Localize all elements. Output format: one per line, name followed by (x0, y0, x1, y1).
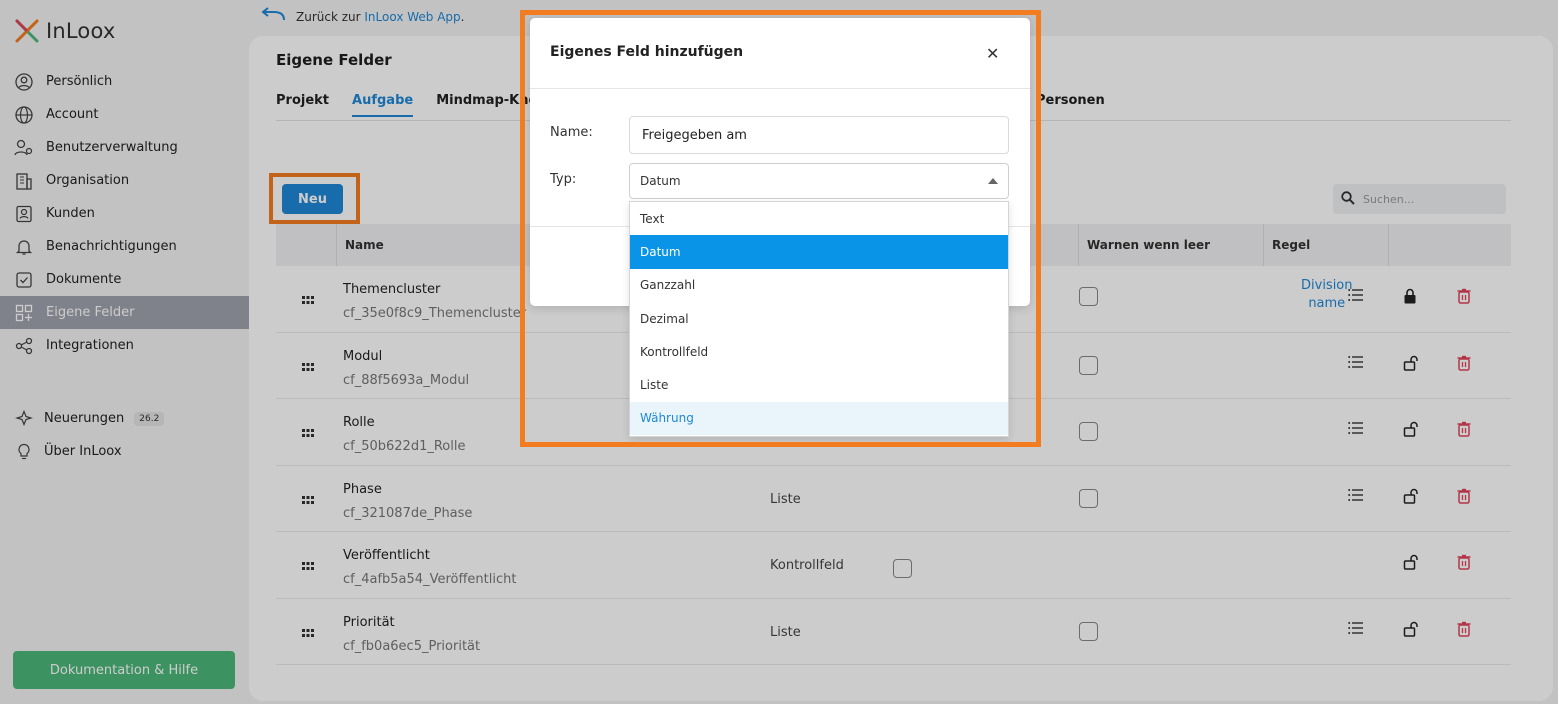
dialog-highlight (520, 10, 1041, 447)
